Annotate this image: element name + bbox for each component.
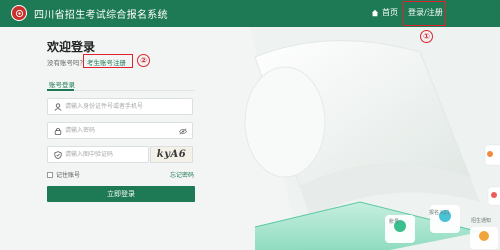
annotation-box-register <box>83 54 133 68</box>
shield-icon <box>54 151 62 159</box>
annotation-marker-1: ① <box>420 30 433 43</box>
password-input[interactable] <box>65 125 175 136</box>
forgot-password-link[interactable]: 忘记密码 <box>170 170 194 179</box>
annotation-box-login-register <box>403 1 446 26</box>
captcha-input[interactable] <box>65 149 145 160</box>
annotation-marker-2: ② <box>137 54 150 67</box>
eye-off-icon[interactable] <box>179 128 187 135</box>
home-icon <box>371 9 379 16</box>
remember-label: 记住账号 <box>56 172 81 179</box>
remember-account-checkbox[interactable]: 记住账号 <box>47 170 80 179</box>
checkbox-box[interactable] <box>47 171 53 178</box>
captcha-image[interactable]: kyA6 <box>150 146 193 163</box>
captcha-field[interactable] <box>47 146 149 163</box>
site-title: 四川省招生考试综合报名系统 <box>34 10 168 21</box>
tile-label: 账号 <box>389 219 400 225</box>
tab-active-indicator <box>47 89 74 91</box>
id-field[interactable] <box>47 98 193 115</box>
page-title: 欢迎登录 <box>47 40 96 54</box>
logo-icon <box>11 5 27 21</box>
tab-account-login[interactable]: 账号登录 <box>49 79 75 89</box>
home-label: 首页 <box>382 8 398 17</box>
no-account-text: 没有账号吗？ <box>47 59 86 67</box>
tile-label: 报名入口 <box>429 210 450 216</box>
password-field[interactable] <box>47 122 193 139</box>
lock-icon <box>54 128 62 135</box>
login-button[interactable]: 立即登录 <box>47 186 195 202</box>
id-input[interactable] <box>65 101 175 112</box>
home-link[interactable]: 首页 <box>371 7 398 18</box>
tile-label: 招生通知 <box>471 218 492 224</box>
user-icon <box>54 103 62 111</box>
